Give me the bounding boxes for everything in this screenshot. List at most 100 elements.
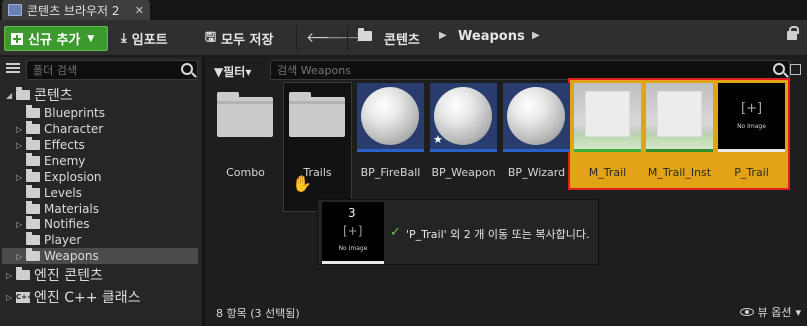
tree-item-weapons[interactable]: ▷ Weapons <box>2 248 198 264</box>
asset-tile[interactable]: BP_Wizard <box>503 83 570 211</box>
asset-name: M_Trail_Inst <box>647 166 712 179</box>
asset-name: Trails <box>303 166 332 179</box>
search-icon[interactable] <box>773 63 785 75</box>
asset-tile[interactable]: M_Trail_Inst <box>646 83 713 211</box>
eye-icon <box>739 308 754 316</box>
folder-search-input[interactable] <box>27 61 167 79</box>
asset-thumbnail: ★ <box>430 83 497 152</box>
expanded-arrow-icon[interactable]: ◢ <box>6 91 16 100</box>
folder-icon <box>26 232 40 245</box>
asset-search-input[interactable] <box>271 61 751 79</box>
filter-button[interactable]: ▼필터▾ <box>214 63 251 80</box>
no-image-label: No Image <box>338 245 368 252</box>
item-count-status: 8 항목 (3 선택됨) <box>216 307 300 320</box>
folder-icon <box>26 185 40 198</box>
search-icon[interactable] <box>181 63 193 75</box>
toolbar-divider <box>296 26 297 50</box>
asset-thumbnail <box>357 83 424 152</box>
material-preview-icon <box>658 92 701 136</box>
folder-icon[interactable] <box>358 28 372 41</box>
folder-icon <box>26 105 40 118</box>
folder-icon <box>217 92 273 137</box>
tree-item-levels[interactable]: Levels <box>26 185 82 201</box>
placeholder-icon: [+] <box>343 224 363 238</box>
hand-cursor-icon: ✋ <box>292 174 312 193</box>
toolbar-divider <box>347 26 348 50</box>
save-search-icon[interactable] <box>790 64 801 75</box>
chevron-down-icon: ▼ <box>87 33 95 44</box>
breadcrumb-arrow-icon[interactable]: ▶ <box>532 30 540 41</box>
content-browser-icon <box>8 4 22 16</box>
folder-icon <box>26 153 40 166</box>
asset-name: P_Trail <box>734 166 769 179</box>
folder-icon <box>26 121 40 134</box>
add-new-button[interactable]: 신규 추가 ▼ <box>4 26 108 51</box>
blueprint-sphere-icon <box>507 87 565 145</box>
folder-icon <box>16 267 30 280</box>
asset-thumbnail <box>284 83 351 149</box>
tree-item-engine-cpp-classes[interactable]: ▷ C++ 엔진 C++ 클래스 <box>6 289 141 306</box>
drag-thumbnail: 3 [+] No Image <box>322 202 384 264</box>
save-all-label: 모두 저장 <box>221 33 274 48</box>
asset-tile[interactable]: M_Trail <box>574 83 641 211</box>
tree-item-effects[interactable]: ▷ Effects <box>16 137 85 153</box>
tree-item-engine-content[interactable]: ▷ 엔진 콘텐츠 <box>6 267 103 284</box>
asset-name: M_Trail <box>588 166 627 179</box>
asset-tile[interactable]: [+] No Image P_Trail <box>718 83 785 211</box>
tab-bar: 콘텐츠 브라우저 2 ✕ <box>0 0 807 20</box>
asset-thumbnail <box>212 83 279 149</box>
tree-item-notifies[interactable]: ▷ Notifies <box>16 216 90 232</box>
toolbar: 신규 추가 ▼ ⤓ 임포트 🖫 모두 저장 🡐 🡒 콘텐츠 ▶ Weapons … <box>0 20 807 56</box>
chevron-down-icon: ▾ <box>795 305 801 319</box>
import-label: 임포트 <box>131 33 168 48</box>
collapsed-arrow-icon[interactable]: ▷ <box>16 252 26 261</box>
asset-thumbnail <box>646 83 713 152</box>
asset-tile[interactable]: ★ BP_Weapon <box>430 83 497 211</box>
cpp-class-icon: C++ <box>16 291 33 303</box>
tree-item-content[interactable]: ◢ 콘텐츠 <box>6 87 73 104</box>
import-button[interactable]: ⤓ 임포트 <box>121 26 168 51</box>
collapsed-arrow-icon[interactable]: ▷ <box>6 271 16 280</box>
tab-content-browser[interactable]: 콘텐츠 브라우저 2 ✕ <box>2 0 150 20</box>
material-preview-icon <box>586 92 629 136</box>
collapsed-arrow-icon[interactable]: ▷ <box>16 173 26 182</box>
folder-icon <box>26 169 40 182</box>
tree-item-character[interactable]: ▷ Character <box>16 121 103 137</box>
asset-name: BP_FireBall <box>360 166 421 179</box>
asset-tile[interactable]: BP_FireBall <box>357 83 424 211</box>
breadcrumb-arrow-icon[interactable]: ▶ <box>439 30 447 41</box>
placeholder-icon: [+] <box>741 101 763 116</box>
save-icon: 🖫 <box>205 29 217 45</box>
asset-name: BP_Weapon <box>431 166 496 179</box>
asset-tile[interactable]: Combo <box>212 83 279 211</box>
tree-item-blueprints[interactable]: Blueprints <box>26 105 105 121</box>
breadcrumb-root[interactable]: 콘텐츠 <box>384 29 420 48</box>
collapsed-arrow-icon[interactable]: ▷ <box>16 125 26 134</box>
tree-item-enemy[interactable]: Enemy <box>26 153 85 169</box>
collapsed-arrow-icon[interactable]: ▷ <box>6 293 16 302</box>
asset-search-box[interactable] <box>270 60 790 80</box>
folder-icon <box>26 248 40 261</box>
star-icon: ★ <box>433 133 443 146</box>
tree-toggle-icon[interactable] <box>6 63 20 77</box>
tree-item-explosion[interactable]: ▷ Explosion <box>16 169 102 185</box>
add-new-label: 신규 추가 <box>28 33 81 48</box>
breadcrumb-current[interactable]: Weapons <box>458 29 525 44</box>
folder-search-box[interactable] <box>26 60 198 80</box>
asset-name: BP_Wizard <box>507 166 566 179</box>
collapsed-arrow-icon[interactable]: ▷ <box>16 141 26 150</box>
folder-icon <box>26 216 40 229</box>
close-icon[interactable]: ✕ <box>135 4 144 17</box>
tab-title: 콘텐츠 브라우저 2 <box>27 3 120 18</box>
view-options-button[interactable]: 뷰 옵션 ▾ <box>739 304 801 320</box>
tree-item-player[interactable]: Player <box>26 232 81 248</box>
save-all-button[interactable]: 🖫 모두 저장 <box>205 26 273 51</box>
folder-icon <box>16 87 30 100</box>
tree-item-materials[interactable]: Materials <box>26 201 99 217</box>
lock-icon[interactable] <box>787 26 799 40</box>
folder-tree-panel: ◢ 콘텐츠 Blueprints ▷ Character ▷ Effects E… <box>0 57 204 326</box>
chevron-down-icon: ▾ <box>245 65 252 79</box>
collapsed-arrow-icon[interactable]: ▷ <box>16 220 26 229</box>
asset-name: Combo <box>226 166 265 179</box>
no-image-label: No Image <box>737 123 766 130</box>
